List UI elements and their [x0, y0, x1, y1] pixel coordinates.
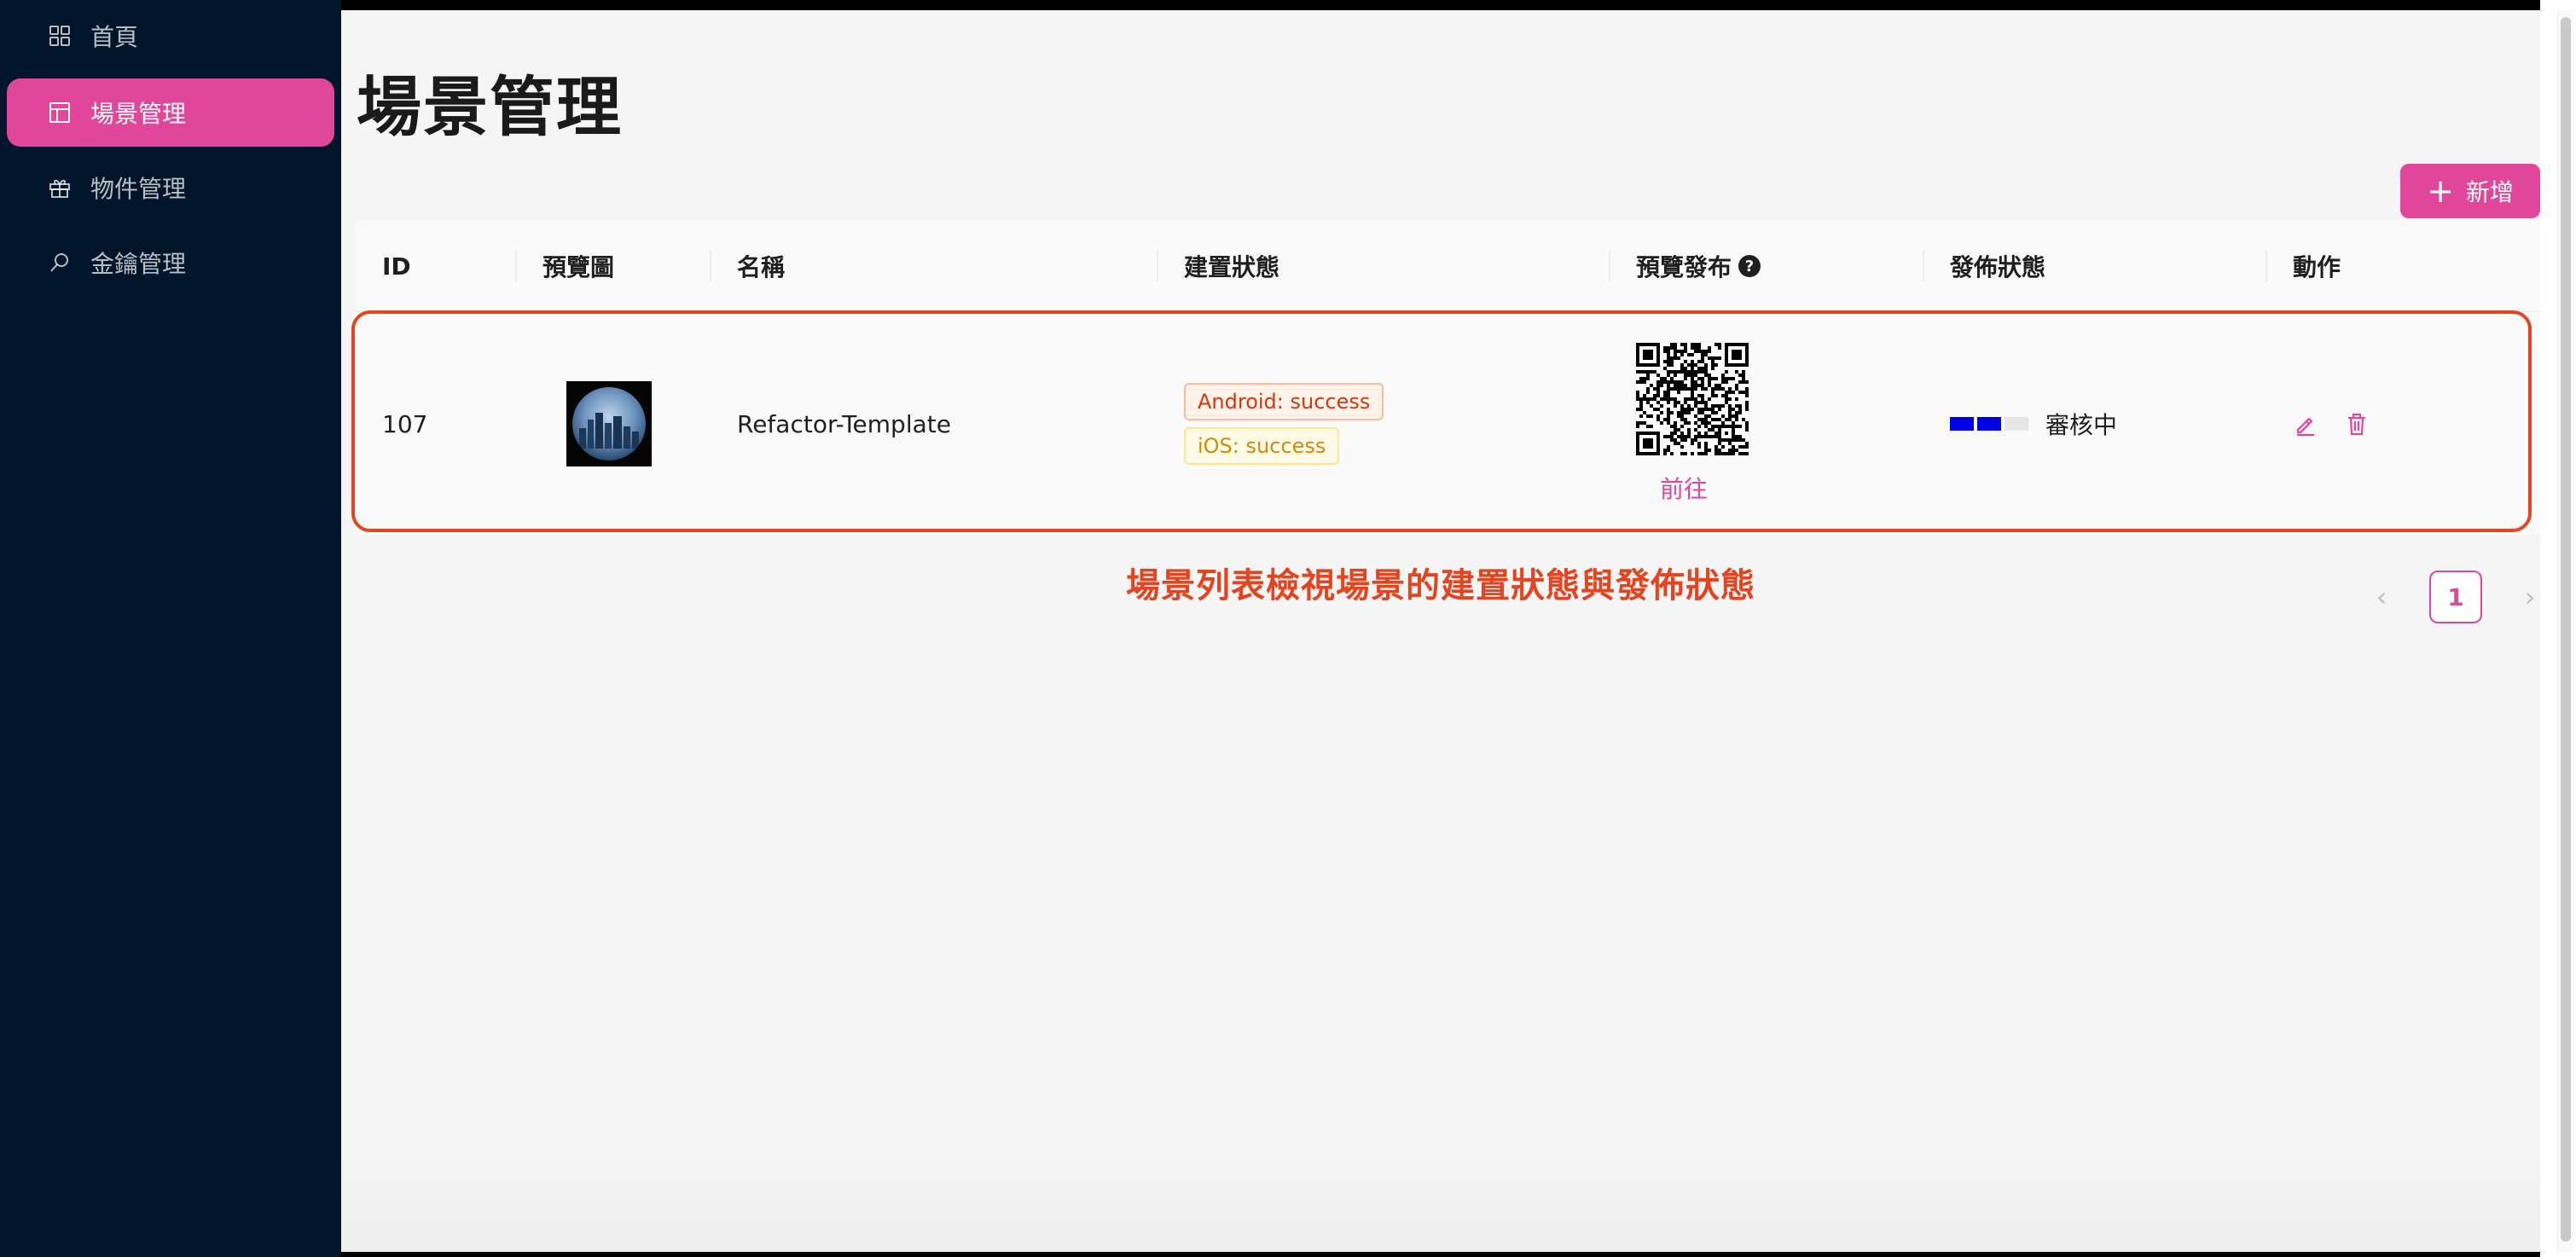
column-header-preview-publish: 預覽發布 ?: [1609, 220, 1761, 312]
add-scene-button[interactable]: + 新增: [2400, 164, 2540, 218]
chevron-left-icon[interactable]: ‹: [2354, 570, 2409, 624]
progress-segment: [1977, 417, 2001, 431]
column-header-name: 名稱: [737, 253, 786, 281]
qr-code-icon[interactable]: [1636, 343, 1749, 455]
sidebar-item-objects[interactable]: 物件管理: [7, 154, 334, 222]
scene-table: ID 預覽圖 名稱 建置狀態 預覽發布 ? 發佈狀態 動作 107 Refact…: [355, 220, 2540, 536]
column-header-publish-status: 發佈狀態: [1950, 253, 2046, 281]
progress-segment: [1950, 417, 1974, 431]
cell-publish-status: 審核中: [1923, 312, 2117, 536]
cell-build-status: Android: success iOS: success: [1157, 312, 1384, 536]
cell-preview-publish: 前往: [1609, 312, 1749, 536]
scene-thumbnail[interactable]: [566, 381, 652, 466]
sidebar-item-label: 場景管理: [90, 100, 187, 128]
publish-progress-bar: [1950, 417, 2032, 431]
publish-status-text: 審核中: [2045, 411, 2118, 439]
delete-icon[interactable]: [2344, 411, 2370, 437]
gift-icon: [48, 176, 72, 200]
sidebar-item-home[interactable]: 首頁: [7, 2, 334, 70]
sidebar-item-label: 首頁: [90, 23, 139, 51]
table-row: 107 Refactor-Template Android: success i…: [355, 312, 2540, 536]
scrollbar-thumb[interactable]: [2561, 17, 2571, 1242]
city-globe-image: [572, 387, 646, 461]
edit-icon[interactable]: [2293, 411, 2318, 437]
sidebar: 首頁 場景管理 物件管理 金鑰管理: [0, 0, 341, 1257]
column-header-preview: 預覽圖: [542, 253, 615, 281]
sidebar-item-keys[interactable]: 金鑰管理: [7, 229, 334, 297]
cell-preview: [539, 312, 652, 536]
app-root: 首頁 場景管理 物件管理 金鑰管理 場景管理 + 新增 ID 預覽圖 名稱 建置…: [0, 0, 2576, 1257]
sidebar-item-label: 物件管理: [90, 175, 187, 203]
key-search-icon: [48, 251, 72, 275]
pagination: ‹ 1 ›: [2354, 570, 2557, 624]
build-tag-android: Android: success: [1184, 383, 1384, 420]
layout-icon: [48, 101, 72, 125]
grid-icon: [48, 24, 72, 48]
sidebar-item-scenes[interactable]: 場景管理: [7, 78, 334, 147]
goto-preview-link[interactable]: 前往: [1660, 471, 1708, 505]
column-header-label: 預覽發布: [1636, 253, 1732, 281]
sidebar-item-label: 金鑰管理: [90, 250, 187, 278]
build-tag-ios: iOS: success: [1184, 427, 1340, 465]
cell-id: 107: [382, 409, 428, 438]
plus-icon: +: [2427, 172, 2454, 210]
page-number-current[interactable]: 1: [2429, 571, 2482, 623]
column-header-actions: 動作: [2293, 253, 2341, 281]
table-header: ID 預覽圖 名稱 建置狀態 預覽發布 ? 發佈狀態 動作: [355, 220, 2540, 312]
progress-segment: [2005, 417, 2028, 431]
column-header-build-status: 建置狀態: [1184, 253, 1280, 281]
annotation-text: 場景列表檢視場景的建置狀態與發佈狀態: [1126, 566, 1755, 605]
question-circle-icon[interactable]: ?: [1738, 255, 1761, 277]
cell-actions: [2266, 312, 2395, 536]
chevron-right-icon[interactable]: ›: [2503, 570, 2557, 624]
add-button-label: 新增: [2465, 178, 2514, 206]
column-header-id: ID: [382, 252, 411, 281]
cell-name: Refactor-Template: [737, 409, 951, 438]
page-title: 場景管理: [357, 69, 623, 145]
main-content: 場景管理 + 新增 ID 預覽圖 名稱 建置狀態 預覽發布 ? 發佈狀態 動作 …: [341, 10, 2540, 1252]
